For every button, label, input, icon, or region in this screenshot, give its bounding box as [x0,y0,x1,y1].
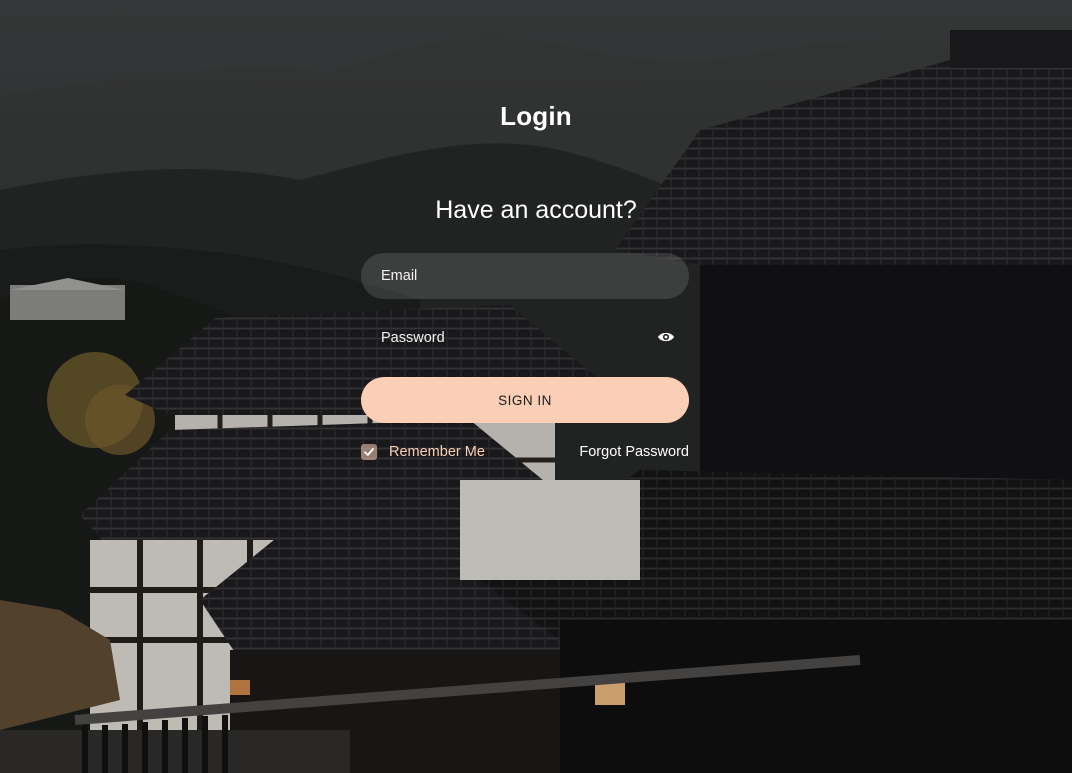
remember-me-checkbox[interactable] [361,444,377,460]
forgot-password-link[interactable]: Forgot Password [579,442,689,462]
password-input[interactable] [361,315,689,361]
password-field-container [361,315,689,361]
email-field-container [361,253,689,299]
login-page: Login Have an account? SIGN IN Remember … [0,0,1072,773]
eye-icon[interactable] [657,330,675,344]
check-icon [364,448,374,456]
page-subtitle: Have an account? [435,196,637,224]
remember-me-toggle[interactable]: Remember Me [361,442,485,462]
remember-me-label: Remember Me [389,444,485,460]
page-title: Login [500,101,572,131]
sign-in-button[interactable]: SIGN IN [361,377,689,423]
email-input[interactable] [361,253,689,299]
